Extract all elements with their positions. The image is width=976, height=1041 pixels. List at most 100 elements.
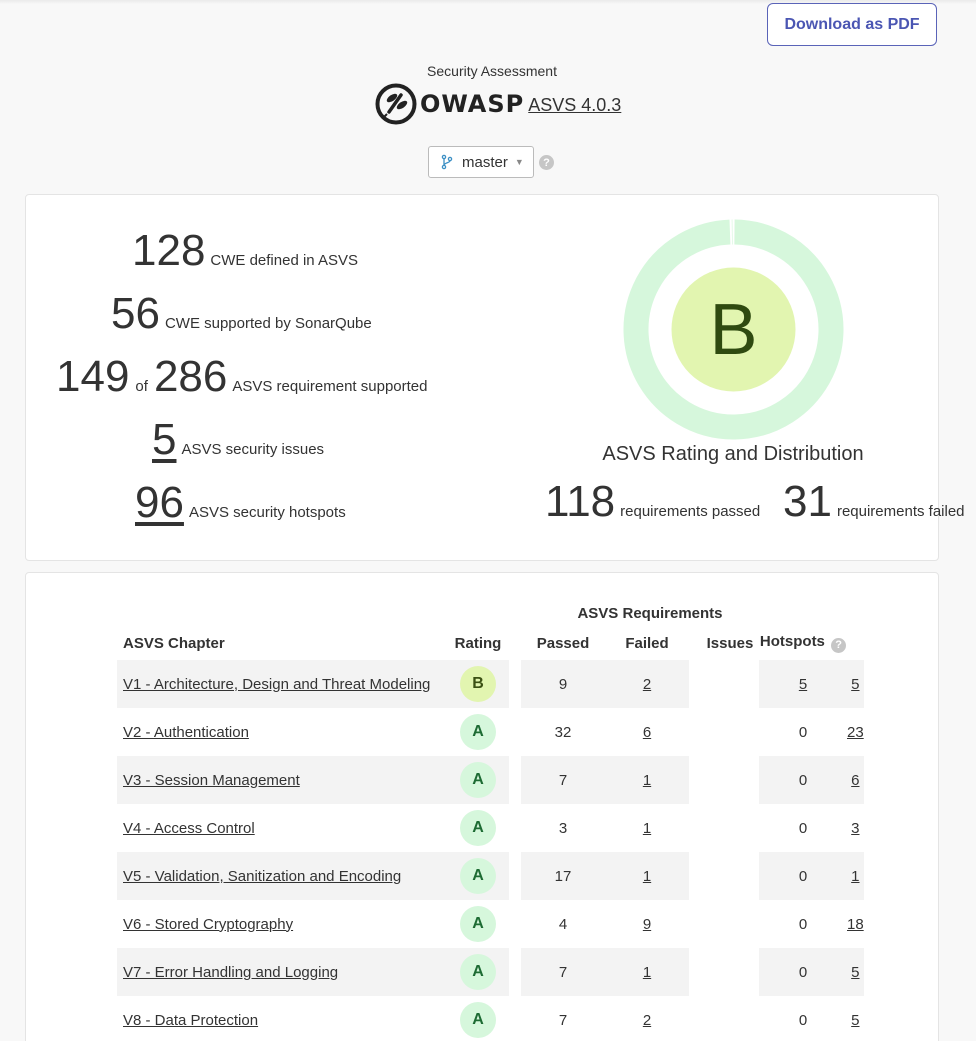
requirements-passed-label: requirements passed [620, 503, 761, 520]
rating-cell: B [447, 660, 509, 708]
rating-badge: A [460, 714, 496, 750]
failed-cell: 1 [605, 756, 689, 804]
branch-help-icon[interactable]: ? [539, 155, 554, 170]
cwe-defined-stat: 128 CWE defined in ASVS [132, 229, 358, 273]
issues-cell: 0 [759, 708, 847, 756]
chapter-link[interactable]: V2 - Authentication [123, 724, 249, 741]
issues-cell: 0 [759, 804, 847, 852]
hotspots-link[interactable]: 3 [851, 820, 859, 837]
failed-cell: 1 [605, 852, 689, 900]
hotspots-cell: 6 [847, 756, 864, 804]
column-passed: Passed [536, 634, 590, 652]
rating-donut: B [623, 219, 844, 440]
failed-link[interactable]: 1 [643, 868, 651, 885]
rating-badge: A [460, 906, 496, 942]
passed-cell: 17 [521, 852, 605, 900]
failed-link[interactable]: 6 [643, 724, 651, 741]
owasp-wasp-icon [375, 83, 417, 125]
chapter-link[interactable]: V1 - Architecture, Design and Threat Mod… [123, 676, 430, 693]
chapter-link[interactable]: V3 - Session Management [123, 772, 300, 789]
issues-link: 0 [798, 819, 808, 837]
hotspots-link[interactable]: 5 [851, 964, 859, 981]
chapter-cell: V1 - Architecture, Design and Threat Mod… [117, 660, 447, 708]
security-issues-label: ASVS security issues [181, 441, 325, 458]
chapter-link[interactable]: V4 - Access Control [123, 820, 255, 837]
failed-link[interactable]: 1 [643, 772, 651, 789]
failed-link[interactable]: 1 [643, 964, 651, 981]
cwe-supported-label: CWE supported by SonarQube [164, 315, 372, 332]
cwe-defined-value: 128 [132, 226, 206, 275]
failed-cell: 6 [605, 708, 689, 756]
security-issues-stat: 5 ASVS security issues [152, 418, 324, 462]
passed-cell: 7 [521, 756, 605, 804]
chapter-link[interactable]: V7 - Error Handling and Logging [123, 964, 338, 981]
failed-cell: 2 [605, 660, 689, 708]
rating-cell: A [447, 852, 509, 900]
requirements-passed-value: 118 [545, 477, 616, 526]
column-chapter: ASVS Chapter [123, 634, 225, 652]
passed-cell: 3 [558, 819, 568, 837]
column-failed: Failed [625, 634, 669, 652]
branch-selector[interactable]: master ▼ [428, 146, 534, 178]
failed-link[interactable]: 2 [643, 1012, 651, 1029]
passed-cell: 7 [558, 1011, 568, 1029]
issues-link: 0 [798, 867, 808, 885]
security-hotspots-link[interactable]: 96 [135, 481, 184, 525]
asvs-version-link[interactable]: ASVS 4.0.3 [528, 95, 621, 116]
requirements-supported-stat: 149 of 286 ASVS requirement supported [56, 355, 427, 399]
hotspots-link[interactable]: 23 [847, 724, 864, 741]
column-hotspots: Hotspots ? [759, 626, 847, 660]
hotspots-link[interactable]: 1 [851, 868, 859, 885]
chapter-link[interactable]: V8 - Data Protection [123, 1012, 258, 1029]
hotspots-link[interactable]: 18 [847, 916, 864, 933]
chapter-cell: V2 - Authentication [117, 708, 447, 756]
passed-cell: 32 [554, 723, 572, 741]
hotspots-link[interactable]: 5 [851, 1012, 859, 1029]
chapter-link[interactable]: V5 - Validation, Sanitization and Encodi… [123, 868, 401, 885]
hotspots-link[interactable]: 5 [851, 676, 859, 693]
hotspots-cell: 5 [847, 948, 864, 996]
hotspots-link[interactable]: 6 [851, 772, 859, 789]
rating-cell: A [447, 948, 509, 996]
passed-cell: 7 [521, 948, 605, 996]
issues-link: 0 [798, 915, 808, 933]
issues-link: 0 [798, 723, 808, 741]
assessment-label: Security Assessment [427, 63, 557, 79]
cwe-supported-value: 56 [111, 289, 160, 338]
requirements-failed-stat: 31 requirements failed [783, 480, 965, 524]
failed-cell: 9 [605, 900, 689, 948]
rating-badge: A [460, 858, 496, 894]
failed-link[interactable]: 2 [643, 676, 651, 693]
hotspots-cell: 18 [847, 900, 864, 948]
failed-link[interactable]: 1 [643, 820, 651, 837]
rating-cell: A [447, 996, 509, 1041]
issues-cell: 0 [759, 948, 847, 996]
rating-badge: B [460, 666, 496, 702]
failed-link[interactable]: 9 [643, 916, 651, 933]
owasp-logo-text: OWASP [420, 90, 525, 118]
hotspots-cell: 5 [847, 660, 864, 708]
chapter-cell: V5 - Validation, Sanitization and Encodi… [117, 852, 447, 900]
chapter-link[interactable]: V6 - Stored Cryptography [123, 916, 293, 933]
security-issues-link[interactable]: 5 [152, 418, 176, 462]
hotspots-help-icon[interactable]: ? [831, 637, 847, 653]
rating-grade: B [709, 290, 757, 370]
issues-cell: 0 [759, 852, 847, 900]
rating-cell: A [447, 756, 509, 804]
chapter-cell: V4 - Access Control [117, 804, 447, 852]
requirements-supported-label: ASVS requirement supported [232, 378, 428, 395]
chevron-down-icon: ▼ [514, 157, 524, 167]
issues-link[interactable]: 5 [799, 676, 807, 693]
rating-badge: A [460, 762, 496, 798]
download-pdf-button[interactable]: Download as PDF [767, 3, 937, 46]
chapter-cell: V6 - Stored Cryptography [117, 900, 447, 948]
issues-link: 0 [798, 1011, 808, 1029]
rating-cell: A [447, 900, 509, 948]
hotspots-cell: 23 [847, 708, 864, 756]
rating-badge: A [460, 954, 496, 990]
chapters-table: ASVS Requirements ASVS Chapter Rating Pa… [117, 600, 864, 1041]
table-row: V4 - Access Control A 3 1 0 3 [117, 804, 864, 852]
chapter-cell: V8 - Data Protection [117, 996, 447, 1041]
passed-cell: 9 [521, 660, 605, 708]
cwe-defined-label: CWE defined in ASVS [210, 252, 358, 269]
